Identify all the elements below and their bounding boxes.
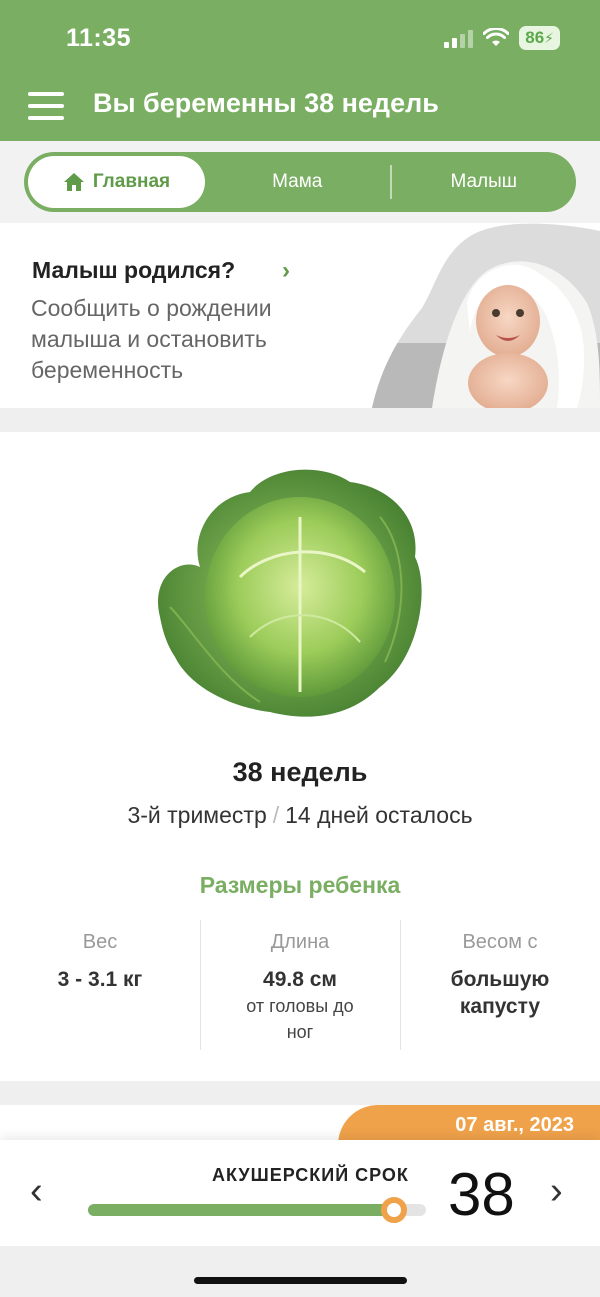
cellular-signal-icon (444, 28, 474, 48)
date-badge: 07 авг., 2023 (338, 1105, 600, 1145)
stat-subtext: от головы до ног (246, 996, 354, 1042)
week-slider-fill (88, 1204, 394, 1216)
battery-level: 86 (525, 28, 545, 47)
home-indicator-area (0, 1246, 600, 1297)
home-indicator[interactable] (194, 1277, 407, 1284)
baby-photo (372, 223, 600, 408)
page-title: Вы беременны 38 недель (93, 88, 439, 118)
stat-length: Длина 49.8 см от головы до ног (200, 920, 400, 1050)
tab-mama-label: Мама (272, 171, 323, 192)
week-navigator: ‹ АКУШЕРСКИЙ СРОК 38 › (0, 1140, 600, 1246)
stat-value: 49.8 см (263, 968, 337, 991)
size-stats: Вес 3 - 3.1 кг Длина 49.8 см от головы д… (0, 920, 600, 1050)
status-icons: 86⚡ (444, 26, 560, 50)
stat-label: Длина (270, 931, 330, 953)
chevron-right-icon[interactable]: › (550, 1172, 563, 1210)
week-card: 38 недель 3-й триместр/14 дней осталось … (0, 432, 600, 1081)
tab-baby[interactable]: Малыш (392, 171, 577, 193)
chevron-right-icon: › (282, 257, 290, 284)
tab-home-label: Главная (92, 171, 171, 192)
cabbage-image (158, 469, 422, 717)
stat-weight: Вес 3 - 3.1 кг (0, 920, 200, 1050)
week-slider[interactable] (88, 1197, 426, 1223)
tabs-container: Главная Мама Малыш (0, 141, 600, 223)
stat-value: большую капусту (450, 968, 550, 1018)
menu-icon[interactable] (28, 92, 64, 120)
separator: / (272, 802, 280, 828)
obstetric-term-label: АКУШЕРСКИЙ СРОК (212, 1165, 409, 1185)
stat-label: Вес (82, 931, 118, 953)
battery-icon: 86⚡ (519, 26, 560, 50)
trimester-text: 3-й триместр (127, 802, 267, 828)
current-week-number: 38 (448, 1161, 515, 1228)
weeks-title: 38 недель (232, 757, 368, 787)
sizes-title: Размеры ребенка (199, 872, 401, 898)
home-icon (63, 173, 84, 191)
stat-comparison: Весом с большую капусту (400, 920, 600, 1050)
next-card: 07 авг., 2023 (0, 1105, 600, 1145)
chevron-left-icon[interactable]: ‹ (30, 1172, 43, 1210)
wifi-icon (483, 28, 510, 46)
app-header: 11:35 86⚡ Вы беременны 38 недель (0, 0, 600, 141)
baby-born-banner[interactable]: Малыш родился? › Сообщить о рождении мал… (0, 223, 600, 408)
banner-title: Малыш родился? (32, 257, 236, 283)
days-left-text: 14 дней осталось (285, 802, 473, 828)
trimester-line: 3-й триместр/14 дней осталось (0, 802, 600, 829)
stat-value: 3 - 3.1 кг (57, 968, 143, 991)
week-slider-thumb[interactable] (380, 1197, 407, 1223)
tab-bar: Главная Мама Малыш (24, 152, 576, 212)
tab-mama[interactable]: Мама (205, 171, 390, 193)
status-time: 11:35 (66, 24, 132, 52)
banner-description: Сообщить о рождении малыша и остановить … (31, 295, 272, 383)
stat-label: Весом с (462, 931, 538, 953)
tab-baby-label: Малыш (450, 171, 518, 192)
tab-home[interactable]: Главная (28, 156, 205, 208)
